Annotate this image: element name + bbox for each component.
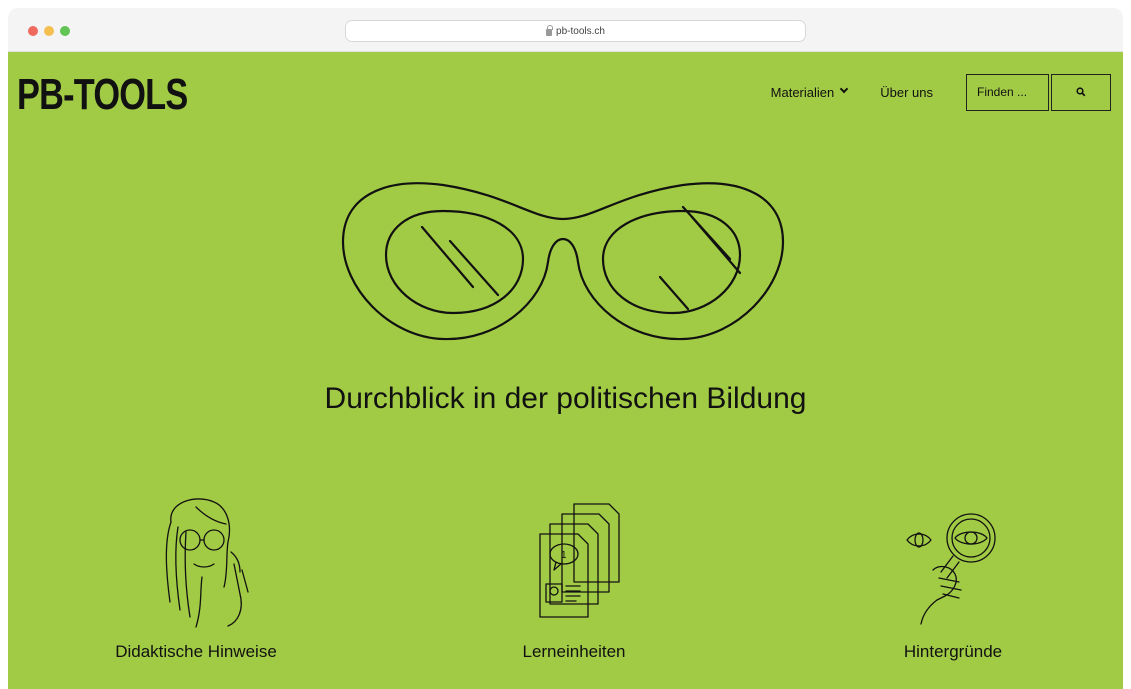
feature-label: Hintergründe: [903, 642, 1003, 661]
woman-glasses-icon: [165, 498, 249, 628]
close-window-icon[interactable]: [28, 26, 38, 36]
search-icon: [1076, 87, 1086, 97]
feature-lerneinheiten[interactable]: 1 Lerneinheiten: [424, 492, 724, 661]
nav-ueber-uns[interactable]: Über uns: [880, 85, 933, 100]
lock-icon: [546, 24, 554, 36]
site-logo[interactable]: PB-TOOLS: [17, 70, 188, 120]
feature-label: Didaktische Hinweise: [115, 642, 277, 661]
chevron-down-icon: [840, 84, 849, 94]
nav-materialien[interactable]: Materialien: [770, 84, 849, 100]
address-url: pb-tools.ch: [556, 25, 605, 37]
page-content: PB-TOOLS Materialien Über uns Durchblick…: [8, 52, 1123, 689]
magnifying-glass-icon: [906, 513, 996, 625]
search-input[interactable]: [966, 73, 1049, 111]
documents-stack-icon: 1: [539, 503, 620, 618]
search-button[interactable]: [1051, 73, 1111, 111]
address-bar[interactable]: pb-tools.ch: [345, 20, 806, 42]
feature-label: Lerneinheiten: [522, 642, 626, 661]
browser-toolbar: pb-tools.ch: [8, 8, 1123, 52]
sunglasses-illustration: [341, 182, 785, 341]
main-nav: Materialien Über uns: [771, 72, 1111, 112]
svg-text:1: 1: [561, 550, 567, 561]
feature-didaktische-hinweise[interactable]: Didaktische Hinweise: [46, 492, 346, 661]
maximize-window-icon[interactable]: [60, 26, 70, 36]
page-title: Durchblick in der politischen Bildung: [324, 382, 807, 415]
nav-materialien-label: Materialien: [770, 84, 835, 100]
minimize-window-icon[interactable]: [44, 26, 54, 36]
feature-hintergruende[interactable]: Hintergründe: [803, 492, 1103, 661]
